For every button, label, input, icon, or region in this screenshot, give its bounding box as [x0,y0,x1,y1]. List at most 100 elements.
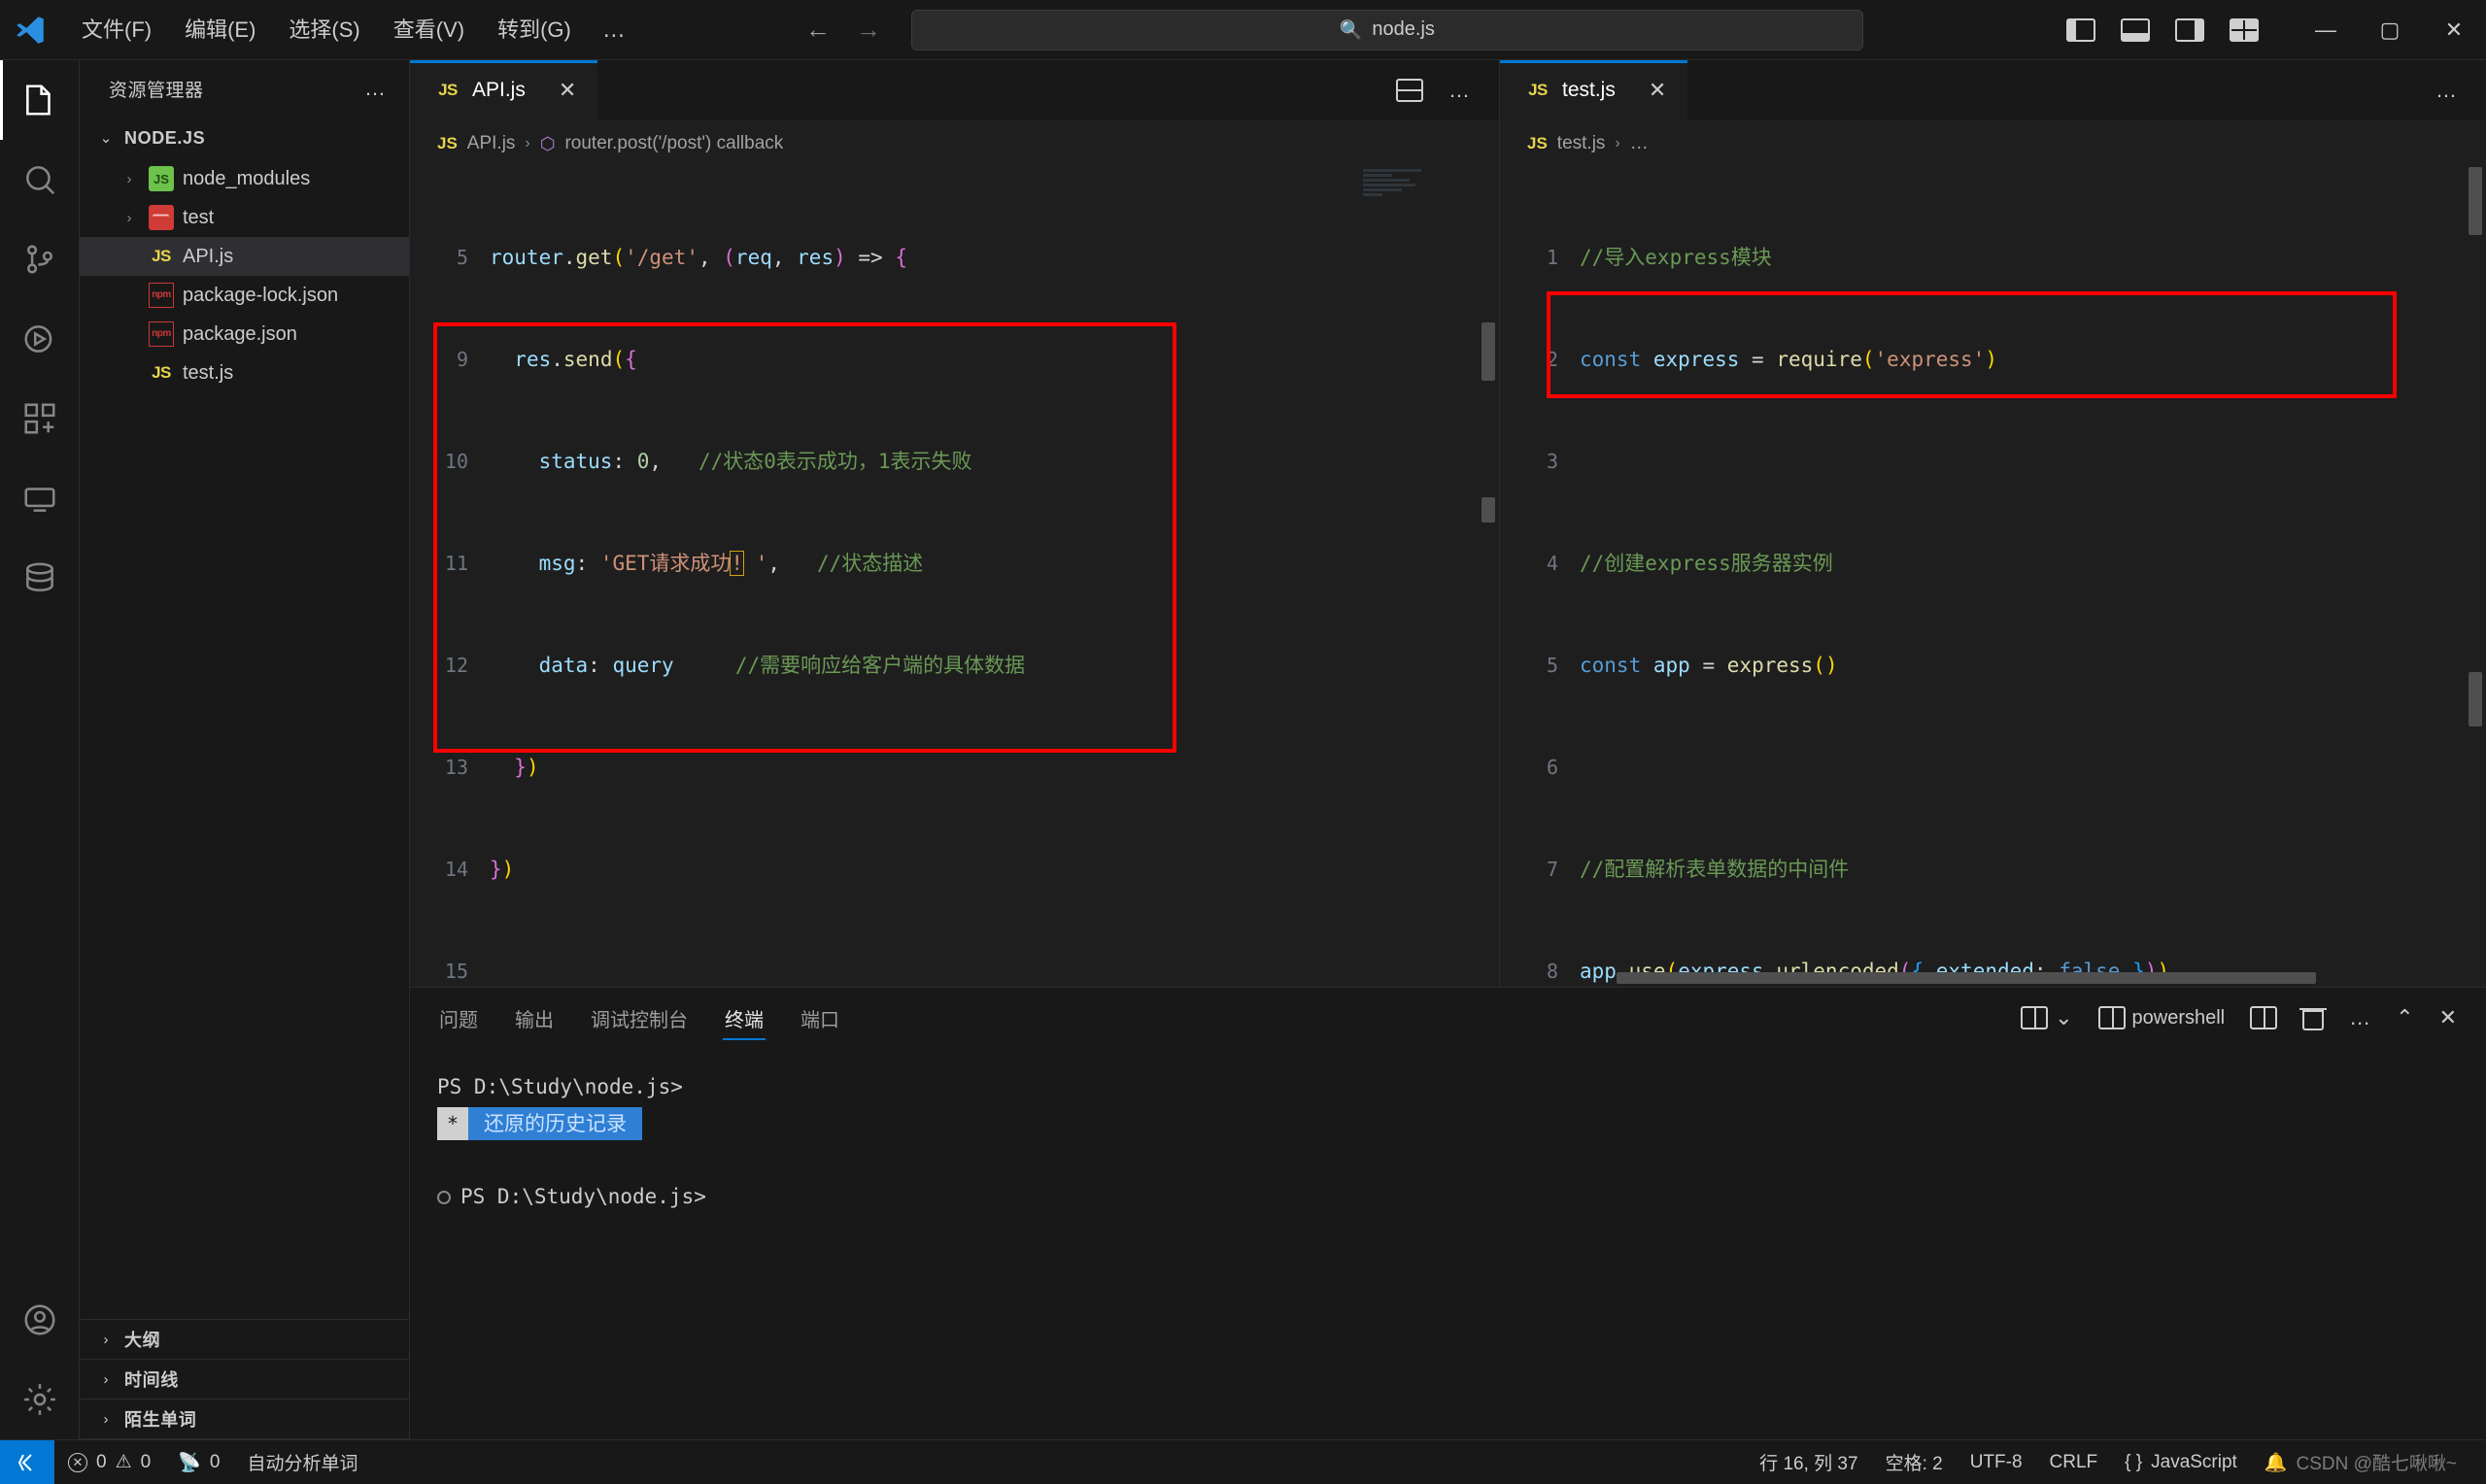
tree-item-test-js[interactable]: · JS test.js [80,354,409,392]
menu-go[interactable]: 转到(G) [484,13,585,48]
panel-tab-debug-console[interactable]: 调试控制台 [589,1004,690,1048]
navigate-forward-icon[interactable]: → [855,15,882,45]
new-terminal-button[interactable]: ⌄ [2021,1005,2073,1030]
error-icon: ✕ [68,1452,87,1472]
editor-vertical-scrollbar-right[interactable] [2465,167,2486,987]
tab-test-js[interactable]: JS test.js ✕ [1500,60,1688,120]
editor-vertical-scrollbar-left[interactable] [1478,167,1499,987]
search-input-value: node.js [1372,18,1435,40]
breadcrumb-symbol[interactable]: router.post('/post') callback [564,133,783,154]
panel-tab-ports[interactable]: 端口 [799,1004,841,1048]
menu-more-button[interactable]: … [591,13,639,48]
activity-search-icon[interactable] [0,140,80,219]
panel-tab-terminal[interactable]: 终端 [723,1004,766,1048]
trash-icon[interactable] [2299,1006,2328,1030]
sidebar-section-timeline[interactable]: › 时间线 [80,1360,409,1400]
search-icon: 🔍 [1339,19,1363,41]
terminal-output[interactable]: PS D:\Study\node.js> * 还原的历史记录 PS D:\Stu… [410,1048,2486,1439]
activity-database-icon[interactable] [0,538,80,618]
maximize-panel-icon[interactable]: ⌃ [2396,1005,2413,1030]
minimap-left[interactable] [1357,167,1454,987]
explorer-header: 资源管理器 … [80,60,409,117]
panel-more-actions[interactable]: … [2349,1005,2370,1030]
explorer-more-actions[interactable]: … [364,76,388,101]
tab-close-icon[interactable]: ✕ [1649,78,1666,103]
panel-tab-output[interactable]: 输出 [513,1004,556,1048]
line-number: 10 [444,450,468,473]
terminal-prompt-line-2: PS D:\Study\node.js> [437,1179,2486,1215]
panel-tab-problems[interactable]: 问题 [437,1004,480,1048]
remote-window-icon[interactable] [0,1439,54,1484]
tree-item-node-modules[interactable]: › JS node_modules [80,159,409,198]
status-encoding[interactable]: UTF-8 [1957,1440,2036,1484]
twisty-placeholder: · [119,287,140,304]
navigate-back-icon[interactable]: ← [804,15,832,45]
editor-more-actions[interactable]: … [1448,78,1470,103]
explorer-title: 资源管理器 [109,80,204,101]
status-cursor-position[interactable]: 行 16, 列 37 [1746,1440,1871,1484]
tree-item-package-json[interactable]: · npm package.json [80,315,409,354]
sidebar-section-unknown-words[interactable]: › 陌生单词 [80,1400,409,1439]
maximize-button[interactable]: ▢ [2358,0,2422,60]
menu-selection[interactable]: 选择(S) [275,13,373,48]
tree-item-api-js[interactable]: · JS API.js [80,237,409,276]
line-number: 11 [444,552,468,575]
breadcrumb-file[interactable]: API.js [467,133,516,154]
line-text: const express = require('express') [1580,348,1997,371]
terminal-shell-selector[interactable]: powershell [2097,1006,2225,1029]
split-terminal-icon [2021,1006,2049,1029]
activity-gear-icon[interactable] [0,1360,80,1439]
activity-extensions-icon[interactable] [0,379,80,458]
status-problems[interactable]: ✕ 0 ⚠ 0 [54,1440,164,1484]
terminal-prompt-text: PS D:\Study\node.js> [437,1075,683,1098]
breadcrumb-file[interactable]: test.js [1557,133,1606,154]
chevron-right-icon: › [1615,135,1620,152]
status-word-analysis[interactable]: 自动分析单词 [233,1440,371,1484]
menu-edit[interactable]: 编辑(E) [171,13,269,48]
tree-item-package-lock-json[interactable]: · npm package-lock.json [80,276,409,315]
tree-item-label: node_modules [183,167,311,189]
line-number: 5 [456,246,468,269]
status-radio-tower[interactable]: 📡 0 [164,1440,233,1484]
tab-api-js[interactable]: JS API.js ✕ [410,60,598,120]
sidebar-section-outline[interactable]: › 大纲 [80,1320,409,1360]
menu-file[interactable]: 文件(F) [68,13,165,48]
twisty-placeholder: · [119,249,140,265]
toggle-primary-sidebar-icon[interactable] [2066,18,2095,42]
code-editor-left[interactable]: 5 router.get('/get', (req, res) => { 9 re… [410,167,1499,987]
status-notifications[interactable]: 🔔 CSDN @酷七啾啾~ [2251,1440,2470,1484]
toggle-panel-icon[interactable] [2121,18,2150,42]
close-window-button[interactable]: ✕ [2422,0,2486,60]
terminal-history-suggestion[interactable]: * 还原的历史记录 [437,1107,2486,1140]
status-indentation[interactable]: 空格: 2 [1872,1440,1957,1484]
warning-icon: ⚠ [115,1452,132,1472]
activity-run-and-debug-icon[interactable] [0,299,80,379]
code-editor-right[interactable]: 1 //导入express模块 2 const express = require(… [1500,167,2486,987]
toggle-secondary-sidebar-icon[interactable] [2175,18,2204,42]
menu-view[interactable]: 查看(V) [380,13,478,48]
activity-source-control-icon[interactable] [0,219,80,299]
tab-close-icon[interactable]: ✕ [559,78,576,103]
radio-count: 0 [209,1451,221,1472]
title-bar-right: — ▢ ✕ [2066,0,2486,60]
customize-layout-icon[interactable] [2230,18,2259,42]
js-file-icon: JS [437,134,458,152]
breadcrumb-symbol[interactable]: … [1630,133,1649,154]
chevron-down-icon[interactable]: ⌄ [2055,1005,2072,1030]
activity-explorer-icon[interactable] [0,60,80,140]
command-center-search[interactable]: 🔍 node.js [910,9,1863,51]
activity-account-icon[interactable] [0,1280,80,1360]
status-eol[interactable]: CRLF [2036,1440,2112,1484]
split-pane-icon[interactable] [2250,1006,2278,1029]
minimize-button[interactable]: — [2294,0,2358,60]
code-line: 1 //导入express模块 [1500,241,2486,275]
split-editor-icon[interactable] [1396,79,1423,102]
editor-horizontal-scrollbar-right[interactable] [1500,969,2486,987]
status-language-mode[interactable]: { } JavaScript [2111,1440,2251,1484]
code-line: 7 //配置解析表单数据的中间件 [1500,853,2486,887]
activity-remote-explorer-icon[interactable] [0,458,80,538]
editor-more-actions[interactable]: … [2435,78,2457,103]
close-panel-icon[interactable]: ✕ [2439,1005,2457,1030]
tree-item-test-folder[interactable]: › test [80,198,409,237]
folder-root-header[interactable]: ⌄ NODE.JS [80,117,409,159]
